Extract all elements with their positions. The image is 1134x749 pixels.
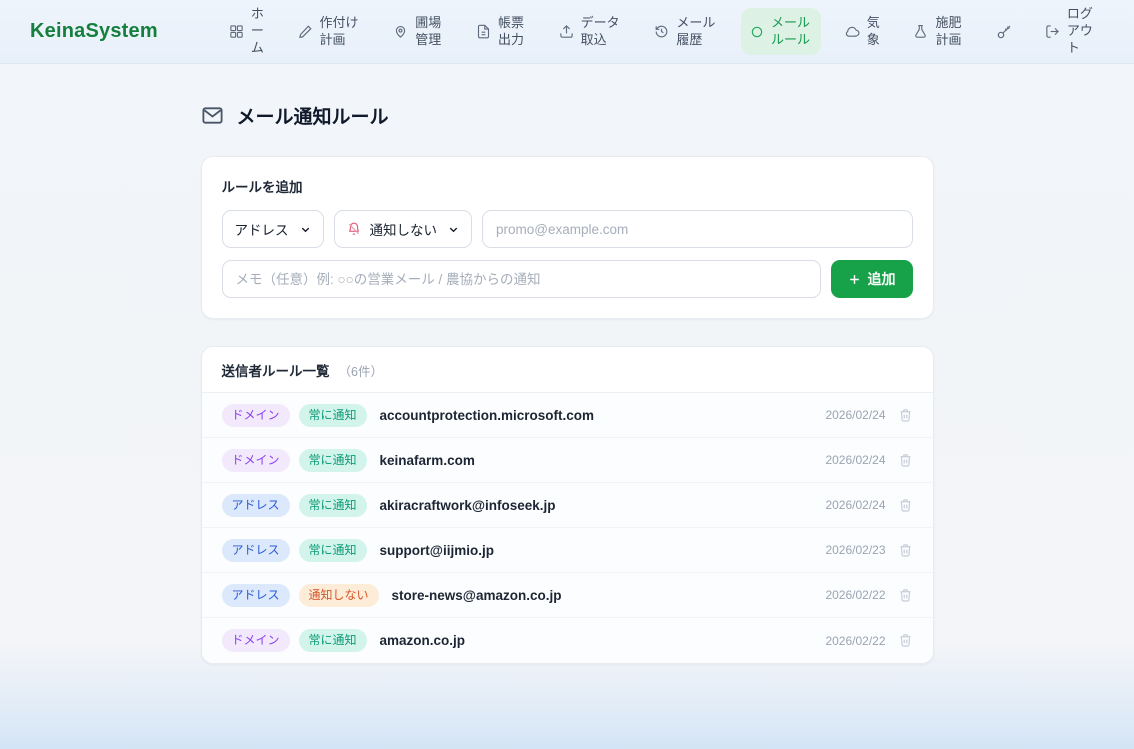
rule-value: store-news@amazon.co.jp bbox=[392, 588, 562, 603]
rule-type-badge: ドメイン bbox=[222, 629, 290, 652]
main-content: メール通知ルール ルールを追加 アドレス 通知しない bbox=[201, 64, 934, 664]
delete-rule-button[interactable] bbox=[898, 588, 913, 603]
nav-item-planting-plan[interactable]: 作付け計画 bbox=[289, 8, 370, 56]
delete-rule-button[interactable] bbox=[898, 543, 913, 558]
rules-list-header: 送信者ルール一覧 （6件） bbox=[202, 347, 933, 393]
nav-item-label: ホーム bbox=[251, 6, 265, 57]
pencil-icon bbox=[298, 24, 313, 39]
key-icon bbox=[996, 24, 1012, 40]
app-logo: KeinaSystem bbox=[30, 20, 158, 43]
trash-icon bbox=[898, 543, 913, 558]
rule-date: 2026/02/24 bbox=[825, 453, 885, 467]
flask-icon bbox=[913, 24, 928, 39]
page-title: メール通知ルール bbox=[237, 102, 389, 129]
delete-rule-button[interactable] bbox=[898, 453, 913, 468]
nav-item-weather[interactable]: 気象 bbox=[836, 8, 890, 56]
logout-icon bbox=[1045, 24, 1060, 39]
nav-item-label: 圃場管理 bbox=[415, 15, 443, 49]
rule-value: keinafarm.com bbox=[380, 453, 475, 468]
nav-item-report-output[interactable]: 帳票出力 bbox=[467, 8, 535, 56]
rule-date: 2026/02/22 bbox=[825, 588, 885, 602]
rule-action-badge: 常に通知 bbox=[299, 539, 367, 562]
rule-type-select[interactable]: アドレス bbox=[222, 210, 324, 248]
plus-icon bbox=[848, 273, 861, 286]
nav-items: ホーム 作付け計画 圃場管理 帳票出力 データ取込 bbox=[220, 0, 1104, 64]
rule-value: amazon.co.jp bbox=[380, 633, 466, 648]
add-rule-card: ルールを追加 アドレス 通知しない bbox=[201, 156, 934, 319]
top-navigation: KeinaSystem ホーム 作付け計画 圃場管理 帳票出力 bbox=[0, 0, 1134, 64]
nav-item-label: メールルール bbox=[771, 15, 812, 49]
add-rule-title: ルールを追加 bbox=[222, 176, 913, 196]
nav-item-label: 施肥計画 bbox=[935, 15, 963, 49]
rule-value: akiracraftwork@infoseek.jp bbox=[380, 498, 556, 513]
add-button-label: 追加 bbox=[868, 269, 896, 289]
rule-action-badge: 常に通知 bbox=[299, 449, 367, 472]
envelope-icon bbox=[201, 104, 224, 127]
history-icon bbox=[654, 24, 669, 39]
nav-item-fertilizer-plan[interactable]: 施肥計画 bbox=[904, 8, 972, 56]
rule-row: ドメイン 常に通知 amazon.co.jp 2026/02/22 bbox=[202, 618, 933, 663]
nav-item-label: ログアウト bbox=[1067, 6, 1095, 57]
nav-item-label: 気象 bbox=[867, 15, 881, 49]
nav-item-key[interactable] bbox=[987, 17, 1021, 47]
trash-icon bbox=[898, 408, 913, 423]
rule-type-badge: ドメイン bbox=[222, 449, 290, 472]
rule-row: ドメイン 常に通知 keinafarm.com 2026/02/24 bbox=[202, 438, 933, 483]
address-input[interactable] bbox=[482, 210, 913, 248]
rules-rows: ドメイン 常に通知 accountprotection.microsoft.co… bbox=[202, 393, 933, 663]
nav-item-label: 帳票出力 bbox=[498, 15, 526, 49]
rule-row: アドレス 通知しない store-news@amazon.co.jp 2026/… bbox=[202, 573, 933, 618]
trash-icon bbox=[898, 498, 913, 513]
nav-item-home[interactable]: ホーム bbox=[220, 0, 274, 64]
delete-rule-button[interactable] bbox=[898, 633, 913, 648]
nav-item-mail-rules[interactable]: メールルール bbox=[741, 8, 821, 56]
rule-date: 2026/02/24 bbox=[825, 498, 885, 512]
grid-icon bbox=[229, 24, 244, 39]
nav-item-label: 作付け計画 bbox=[320, 15, 361, 49]
rule-action-select[interactable]: 通知しない bbox=[334, 210, 473, 248]
map-pin-icon bbox=[393, 24, 408, 39]
rule-action-badge: 通知しない bbox=[299, 584, 379, 607]
sender-rules-card: 送信者ルール一覧 （6件） ドメイン 常に通知 accountprotectio… bbox=[201, 346, 934, 664]
nav-item-logout[interactable]: ログアウト bbox=[1036, 0, 1104, 64]
bell-off-icon bbox=[347, 222, 361, 236]
upload-icon bbox=[559, 24, 574, 39]
memo-input[interactable] bbox=[222, 260, 821, 298]
chevron-down-icon bbox=[300, 224, 311, 235]
rule-value: support@iijmio.jp bbox=[380, 543, 494, 558]
delete-rule-button[interactable] bbox=[898, 498, 913, 513]
rule-action-badge: 常に通知 bbox=[299, 404, 367, 427]
cloud-icon bbox=[845, 24, 860, 39]
rule-action-badge: 常に通知 bbox=[299, 629, 367, 652]
rule-date: 2026/02/22 bbox=[825, 634, 885, 648]
rule-date: 2026/02/23 bbox=[825, 543, 885, 557]
rule-type-select-value: アドレス bbox=[235, 219, 289, 239]
trash-icon bbox=[898, 633, 913, 648]
trash-icon bbox=[898, 588, 913, 603]
rule-date: 2026/02/24 bbox=[825, 408, 885, 422]
nav-item-data-import[interactable]: データ取込 bbox=[550, 8, 631, 56]
rules-list-title: 送信者ルール一覧 bbox=[222, 360, 330, 380]
chevron-down-icon bbox=[448, 224, 459, 235]
nav-item-field-management[interactable]: 圃場管理 bbox=[384, 8, 452, 56]
rule-action-badge: 常に通知 bbox=[299, 494, 367, 517]
nav-item-label: データ取込 bbox=[581, 15, 622, 49]
rule-row: アドレス 常に通知 support@iijmio.jp 2026/02/23 bbox=[202, 528, 933, 573]
nav-item-label: メール履歴 bbox=[676, 15, 717, 49]
add-rule-button[interactable]: 追加 bbox=[831, 260, 913, 298]
rule-row: アドレス 常に通知 akiracraftwork@infoseek.jp 202… bbox=[202, 483, 933, 528]
rules-count: （6件） bbox=[339, 361, 383, 380]
circle-icon bbox=[750, 25, 764, 39]
nav-item-mail-history[interactable]: メール履歴 bbox=[645, 8, 726, 56]
trash-icon bbox=[898, 453, 913, 468]
rule-value: accountprotection.microsoft.com bbox=[380, 408, 595, 423]
delete-rule-button[interactable] bbox=[898, 408, 913, 423]
rule-type-badge: アドレス bbox=[222, 539, 290, 562]
rule-type-badge: ドメイン bbox=[222, 404, 290, 427]
file-icon bbox=[476, 24, 491, 39]
rule-type-badge: アドレス bbox=[222, 494, 290, 517]
rule-action-select-value: 通知しない bbox=[370, 219, 438, 239]
rule-row: ドメイン 常に通知 accountprotection.microsoft.co… bbox=[202, 393, 933, 438]
rule-type-badge: アドレス bbox=[222, 584, 290, 607]
